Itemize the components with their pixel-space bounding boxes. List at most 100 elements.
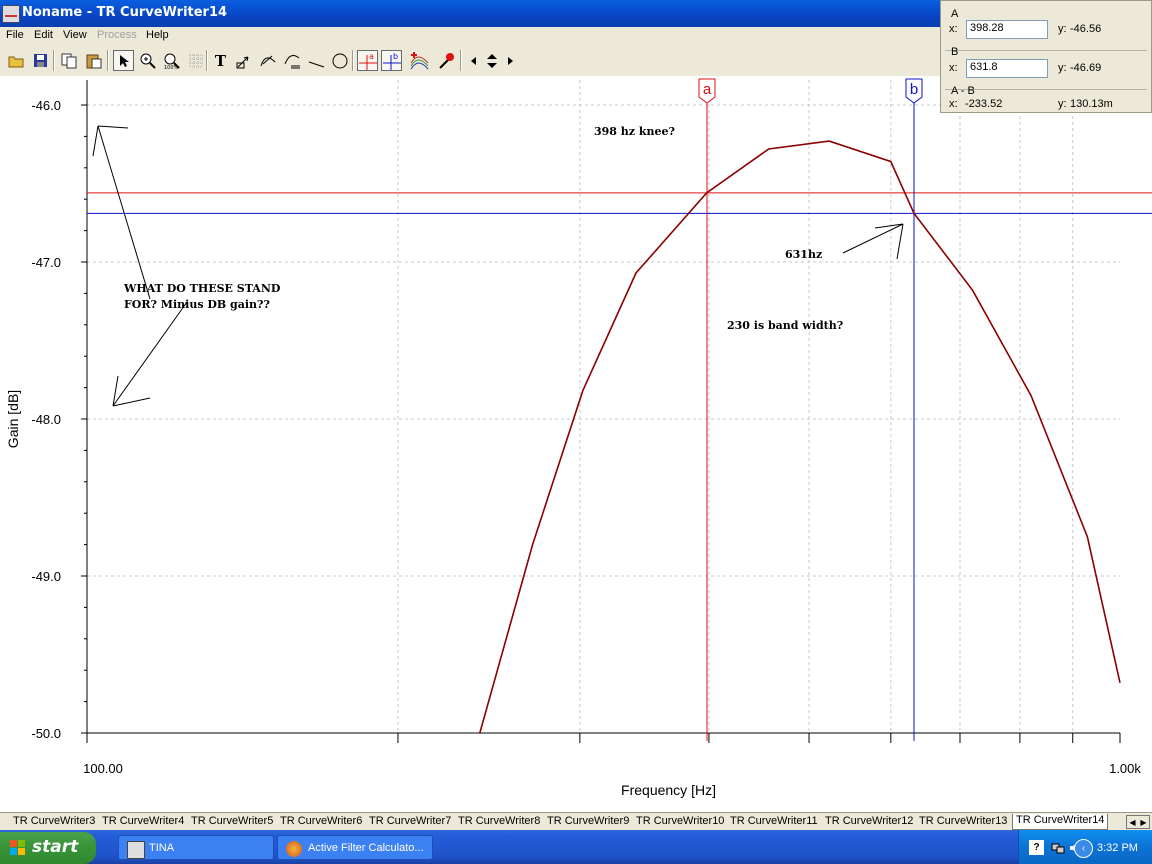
system-tray: ? ‹ 3:32 PM [1018,830,1152,864]
start-button[interactable]: start [0,832,96,864]
cursor-a-label: a [703,81,712,98]
taskbar: start TINA Active Filter Calculato... ? … [0,830,1152,864]
tab-curvewriter5[interactable]: TR CurveWriter5 [188,815,276,829]
toolbar-separator [53,50,55,71]
tab-curvewriter9[interactable]: TR CurveWriter9 [544,815,632,829]
annotation-question-line1: WHAT DO THESE STAND [124,282,281,295]
annotation-arrow [112,301,188,407]
menu-view[interactable]: View [63,29,87,41]
cursor-a-icon[interactable]: a [357,50,378,71]
annotation-631hz: 631hz [785,248,823,261]
start-label: start [32,837,79,857]
window-title: Noname - TR CurveWriter14 [22,5,228,20]
nav-right-icon[interactable] [504,50,516,71]
zoom-100-icon[interactable]: 100% [161,50,182,71]
tab-curvewriter3[interactable]: TR CurveWriter3 [10,815,98,829]
nav-left-icon[interactable] [468,50,480,71]
x-tick-label: 100.00 [83,761,123,776]
taskbar-item-tina[interactable]: TINA [118,835,274,860]
tab-curvewriter8[interactable]: TR CurveWriter8 [455,815,543,829]
toolbar-separator [352,50,354,71]
diff-y-label: y: [1058,98,1067,110]
pointer-icon[interactable] [113,50,134,71]
save-icon[interactable] [30,50,51,71]
tab-curvewriter12[interactable]: TR CurveWriter12 [822,815,916,829]
clock: 3:32 PM [1097,842,1138,854]
line-icon[interactable] [305,50,326,71]
marker-icon[interactable] [436,50,457,71]
curve-label-icon[interactable] [257,50,278,71]
help-icon[interactable]: ? [1029,840,1044,855]
tab-curvewriter4[interactable]: TR CurveWriter4 [99,815,187,829]
tab-scroll-arrows[interactable]: ◀ ▶ [1126,815,1150,829]
y-tick-label: -46.0 [31,98,61,113]
add-curve-icon[interactable] [409,50,430,71]
toolbar-separator [206,50,208,71]
collapse-tray-icon[interactable]: ‹ [1074,839,1093,858]
cursor-b-x-field[interactable]: 631.8 [966,59,1048,78]
y-tick-label: -47.0 [31,255,61,270]
divider [945,50,1147,51]
firefox-icon [286,841,302,857]
diff-x-label: x: [949,98,958,110]
tina-icon [127,841,145,859]
y-axis-label: Gain [dB] [5,390,21,448]
copy-icon[interactable] [58,50,79,71]
zoom-in-icon[interactable] [137,50,158,71]
tab-curvewriter7[interactable]: TR CurveWriter7 [366,815,454,829]
tab-scroll-left-icon[interactable]: ◀ [1129,818,1135,827]
menu-process: Process [97,29,137,41]
y-tick-label: -49.0 [31,569,61,584]
cursor-b-y-value: -46.69 [1070,62,1102,74]
cursor-b-label: b [910,81,918,98]
tab-scroll-right-icon[interactable]: ▶ [1140,818,1146,827]
sheet-tab-strip: TR CurveWriter3 TR CurveWriter4 TR Curve… [0,812,1152,831]
text-icon[interactable]: T [210,50,231,71]
cursor-b-y-label: y: [1058,62,1067,74]
annotation-bandwidth: 230 is band width? [727,319,844,332]
y-tick-label: -50.0 [31,726,61,741]
gain-chart[interactable]: -46.0 -47.0 -48.0 -49.0 -50.0 100.00 1.00k Freq… [0,76,1152,812]
diff-header: A - B [951,85,975,97]
menu-help[interactable]: Help [146,29,169,41]
annotation-knee: 398 hz knee? [594,125,675,138]
axis-label-icon[interactable] [281,50,302,71]
menu-file[interactable]: File [6,29,24,41]
plot-area[interactable]: -46.0 -47.0 -48.0 -49.0 -50.0 100.00 1.00k Freq… [0,76,1152,812]
annotation-arrow [842,223,904,260]
menu-edit[interactable]: Edit [34,29,53,41]
paste-icon[interactable] [83,50,104,71]
cursor-b-x-label: x: [949,62,958,74]
open-icon[interactable] [5,50,26,71]
diff-y-value: 130.13m [1070,98,1113,110]
cursor-b-icon[interactable]: b [381,50,402,71]
pointer-label-icon[interactable] [233,50,254,71]
cursor-readout-panel: A x: 398.28 y: -46.56 B x: 631.8 y: -46.… [940,0,1152,113]
cursor-a-x-field[interactable]: 398.28 [966,20,1048,39]
tab-curvewriter14[interactable]: TR CurveWriter14 [1012,814,1109,830]
nav-updown-icon[interactable] [482,50,502,71]
circle-icon[interactable] [329,50,350,71]
x-tick-label: 1.00k [1109,761,1141,776]
cursor-a-y-label: y: [1058,23,1067,35]
tab-curvewriter6[interactable]: TR CurveWriter6 [277,815,365,829]
divider [945,89,1147,90]
taskbar-item-firefox[interactable]: Active Filter Calculato... [277,835,433,860]
series-line [479,140,1121,734]
svg-text:b: b [393,52,398,61]
svg-text:a: a [369,52,374,61]
app-icon[interactable] [2,5,20,23]
y-tick-label: -48.0 [31,412,61,427]
diff-x-value: -233.52 [965,98,1003,110]
cursor-b-header: B [951,46,959,58]
grid-icon[interactable] [185,50,206,71]
svg-text:100%: 100% [164,65,179,69]
tab-curvewriter11[interactable]: TR CurveWriter11 [727,815,821,829]
cursor-a-header: A [951,8,959,20]
cursor-a-x-label: x: [949,23,958,35]
network-icon[interactable] [1050,840,1065,855]
cursor-a-y-value: -46.56 [1070,23,1102,35]
tab-curvewriter10[interactable]: TR CurveWriter10 [633,815,727,829]
tab-curvewriter13[interactable]: TR CurveWriter13 [916,815,1010,829]
annotation-arrow [92,125,151,300]
